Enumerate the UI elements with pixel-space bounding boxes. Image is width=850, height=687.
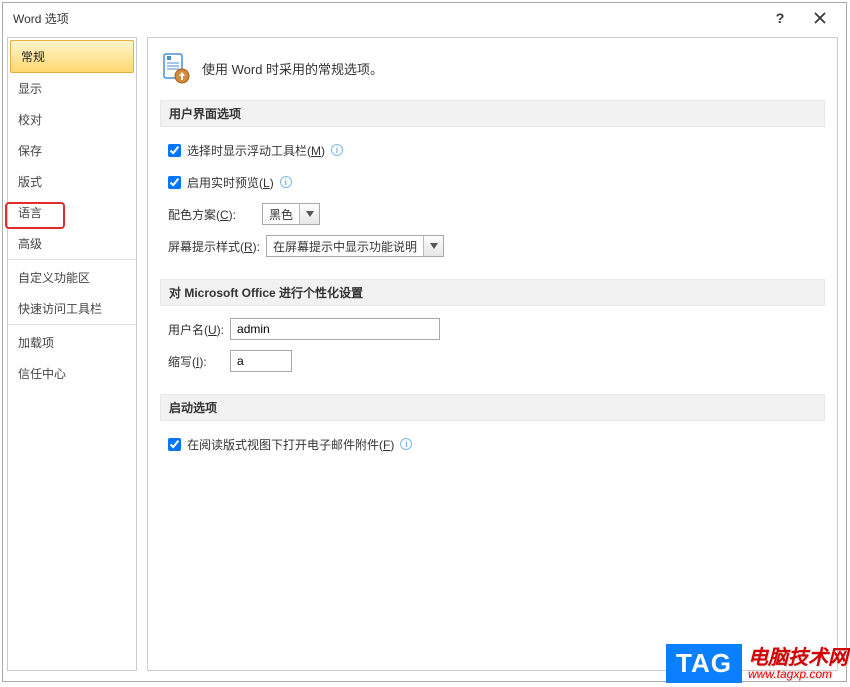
- dialog-body: 常规 显示 校对 保存 版式 语言 高级 自定义功能区 快速访问工具栏 加载项 …: [3, 33, 846, 681]
- chevron-down-icon: [423, 236, 443, 256]
- dialog-window: Word 选项 ? 常规 显示 校对 保存 版式 语言 高级 自定义功能区 快速…: [2, 2, 847, 682]
- checkbox-mini-toolbar-input[interactable]: [168, 144, 181, 157]
- content-pane: 使用 Word 时采用的常规选项。 用户界面选项 选择时显示浮动工具栏(M) i…: [147, 37, 838, 671]
- info-icon[interactable]: i: [280, 176, 292, 188]
- section-startup: 在阅读版式视图下打开电子邮件附件(F) i: [160, 431, 825, 477]
- screentip-style-dropdown[interactable]: 在屏幕提示中显示功能说明: [266, 235, 444, 257]
- checkbox-open-email-attachments[interactable]: 在阅读版式视图下打开电子邮件附件(F): [168, 436, 394, 453]
- sidebar-item-quick-access[interactable]: 快速访问工具栏: [8, 293, 136, 325]
- category-sidebar: 常规 显示 校对 保存 版式 语言 高级 自定义功能区 快速访问工具栏 加载项 …: [7, 37, 137, 671]
- sidebar-item-proofing[interactable]: 校对: [8, 104, 136, 135]
- color-scheme-dropdown[interactable]: 黑色: [262, 203, 320, 225]
- initials-label: 缩写(I):: [168, 353, 224, 370]
- window-title: Word 选项: [13, 10, 760, 27]
- sidebar-item-customize-ribbon[interactable]: 自定义功能区: [8, 262, 136, 293]
- close-button[interactable]: [800, 5, 840, 31]
- sidebar-item-display[interactable]: 显示: [8, 73, 136, 104]
- checkbox-live-preview-label: 启用实时预览(L): [187, 174, 274, 191]
- watermark-line1: 电脑技术网: [748, 648, 848, 668]
- titlebar: Word 选项 ?: [3, 3, 846, 33]
- options-icon: [160, 52, 192, 84]
- initials-input[interactable]: [230, 350, 292, 372]
- sidebar-item-advanced[interactable]: 高级: [8, 228, 136, 260]
- sidebar-item-language[interactable]: 语言: [8, 197, 136, 228]
- page-header: 使用 Word 时采用的常规选项。: [160, 46, 825, 100]
- color-scheme-label: 配色方案(C):: [168, 206, 256, 223]
- sidebar-item-trust-center[interactable]: 信任中心: [8, 358, 136, 389]
- screentip-style-value: 在屏幕提示中显示功能说明: [267, 238, 423, 255]
- help-button[interactable]: ?: [760, 5, 800, 31]
- checkbox-mini-toolbar-label: 选择时显示浮动工具栏(M): [187, 142, 325, 159]
- section-ui: 选择时显示浮动工具栏(M) i 启用实时预览(L) i 配色方案(C): 黑色: [160, 137, 825, 279]
- watermark-line2: www.tagxp.com: [748, 668, 848, 680]
- window-controls: ?: [760, 5, 840, 31]
- watermark-text: 电脑技术网 www.tagxp.com: [748, 648, 848, 680]
- sidebar-item-layout[interactable]: 版式: [8, 166, 136, 197]
- username-input[interactable]: [230, 318, 440, 340]
- checkbox-live-preview[interactable]: 启用实时预览(L): [168, 174, 274, 191]
- screentip-style-label: 屏幕提示样式(R):: [168, 238, 260, 255]
- section-personalize-title: 对 Microsoft Office 进行个性化设置: [160, 279, 825, 306]
- section-ui-title: 用户界面选项: [160, 100, 825, 127]
- watermark: TAG 电脑技术网 www.tagxp.com: [666, 644, 848, 683]
- sidebar-item-addins[interactable]: 加载项: [8, 327, 136, 358]
- close-icon: [814, 12, 826, 24]
- sidebar-item-general[interactable]: 常规: [10, 40, 134, 73]
- username-label: 用户名(U):: [168, 321, 224, 338]
- watermark-tag: TAG: [666, 644, 742, 683]
- color-scheme-value: 黑色: [263, 206, 299, 223]
- page-header-text: 使用 Word 时采用的常规选项。: [202, 59, 383, 78]
- sidebar-item-save[interactable]: 保存: [8, 135, 136, 166]
- info-icon[interactable]: i: [400, 438, 412, 450]
- checkbox-open-email-attachments-label: 在阅读版式视图下打开电子邮件附件(F): [187, 436, 394, 453]
- checkbox-live-preview-input[interactable]: [168, 176, 181, 189]
- section-startup-title: 启动选项: [160, 394, 825, 421]
- section-personalize: 用户名(U): 缩写(I):: [160, 316, 825, 394]
- checkbox-open-email-attachments-input[interactable]: [168, 438, 181, 451]
- info-icon[interactable]: i: [331, 144, 343, 156]
- chevron-down-icon: [299, 204, 319, 224]
- checkbox-mini-toolbar[interactable]: 选择时显示浮动工具栏(M): [168, 142, 325, 159]
